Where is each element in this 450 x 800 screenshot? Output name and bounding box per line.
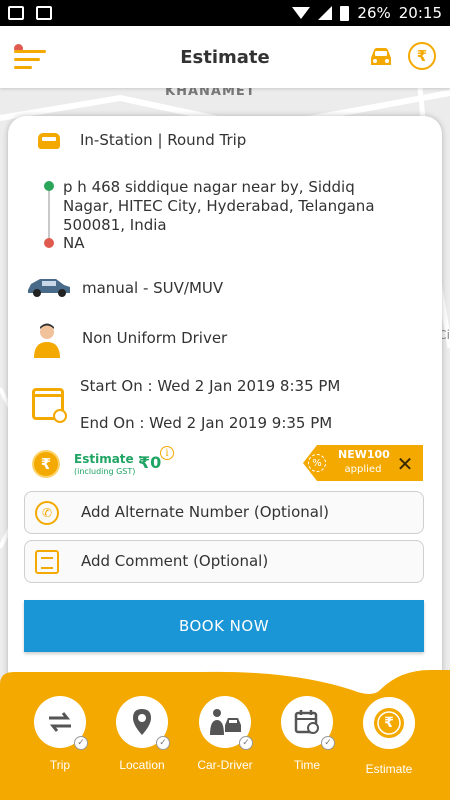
vehicle-type: manual - SUV/MUV: [82, 279, 224, 297]
status-bar: 26% 20:15: [0, 0, 450, 26]
nav-label: Location: [119, 758, 165, 772]
promo-status: applied: [344, 464, 382, 475]
nav-time[interactable]: ✓ Time: [272, 696, 342, 772]
alternate-number-field[interactable]: ✆ Add Alternate Number (Optional): [24, 491, 424, 534]
book-now-button[interactable]: BOOK NOW: [24, 600, 424, 652]
remove-promo-button[interactable]: ✕: [394, 452, 416, 476]
alternate-number-label: Add Alternate Number (Optional): [81, 503, 329, 521]
rupee-icon[interactable]: ₹: [408, 42, 436, 70]
drop-dot-icon: [44, 238, 54, 248]
check-icon: ✓: [321, 736, 335, 750]
driver-icon: [32, 322, 62, 358]
nav-label: Car-Driver: [197, 758, 253, 772]
car-driver-icon: [210, 709, 241, 735]
pickup-address: p h 468 siddique nagar near by, Siddiq N…: [63, 178, 375, 234]
calendar-icon: [294, 710, 319, 734]
car-icon[interactable]: [368, 46, 394, 68]
status-time: 20:15: [398, 4, 442, 22]
car-icon: [38, 133, 60, 149]
rupee-coin-icon: ₹: [32, 450, 60, 478]
phone-icon: ✆: [35, 501, 59, 525]
comment-icon: [35, 550, 59, 574]
coupon-icon: %: [308, 454, 326, 472]
trip-type: In-Station | Round Trip: [80, 131, 247, 149]
map-area-label: KHANAMET: [165, 88, 256, 99]
menu-button[interactable]: [14, 44, 46, 70]
estimate-sub-label: (including GST): [74, 467, 136, 476]
nav-estimate[interactable]: ₹ Estimate: [354, 694, 424, 776]
battery-icon: [340, 5, 350, 21]
route-line: [48, 188, 50, 240]
nav-trip[interactable]: ✓ Trip: [25, 696, 95, 772]
nav-label: Estimate: [365, 762, 413, 776]
swap-arrows-icon: [49, 712, 71, 732]
clock-icon: [53, 409, 67, 423]
driver-type: Non Uniform Driver: [82, 329, 228, 347]
pickup-dot-icon: [44, 181, 54, 191]
bottom-nav: ✓ Trip ✓ Location ✓ Car-Driver ✓ Time ₹ …: [0, 670, 450, 800]
drop-address: NA: [63, 234, 85, 252]
app-header: Estimate ₹: [0, 26, 450, 88]
comment-label: Add Comment (Optional): [81, 552, 269, 570]
check-icon: ✓: [239, 736, 253, 750]
wifi-icon: [292, 7, 311, 19]
nav-label: Trip: [49, 758, 71, 772]
start-time: Start On : Wed 2 Jan 2019 8:35 PM: [80, 377, 341, 395]
nav-location[interactable]: ✓ Location: [107, 696, 177, 772]
check-icon: ✓: [156, 736, 170, 750]
nav-label: Time: [293, 758, 321, 772]
nav-car-driver[interactable]: ✓ Car-Driver: [190, 696, 260, 772]
notification-icon: [8, 6, 24, 20]
check-icon: ✓: [74, 736, 88, 750]
suv-icon: [26, 276, 72, 298]
comment-field[interactable]: Add Comment (Optional): [24, 540, 424, 583]
rupee-symbol: ₹: [384, 715, 394, 731]
info-icon[interactable]: i: [160, 446, 174, 460]
estimate-value: ₹0: [139, 453, 162, 472]
end-time: End On : Wed 2 Jan 2019 9:35 PM: [80, 414, 333, 432]
battery-percent: 26%: [357, 4, 391, 22]
gallery-icon: [36, 6, 52, 20]
estimate-label: Estimate :: [74, 452, 143, 466]
location-pin-icon: [133, 709, 151, 735]
page-title: Estimate: [180, 46, 270, 68]
promo-code: NEW100: [338, 448, 390, 461]
signal-icon: [318, 6, 333, 20]
